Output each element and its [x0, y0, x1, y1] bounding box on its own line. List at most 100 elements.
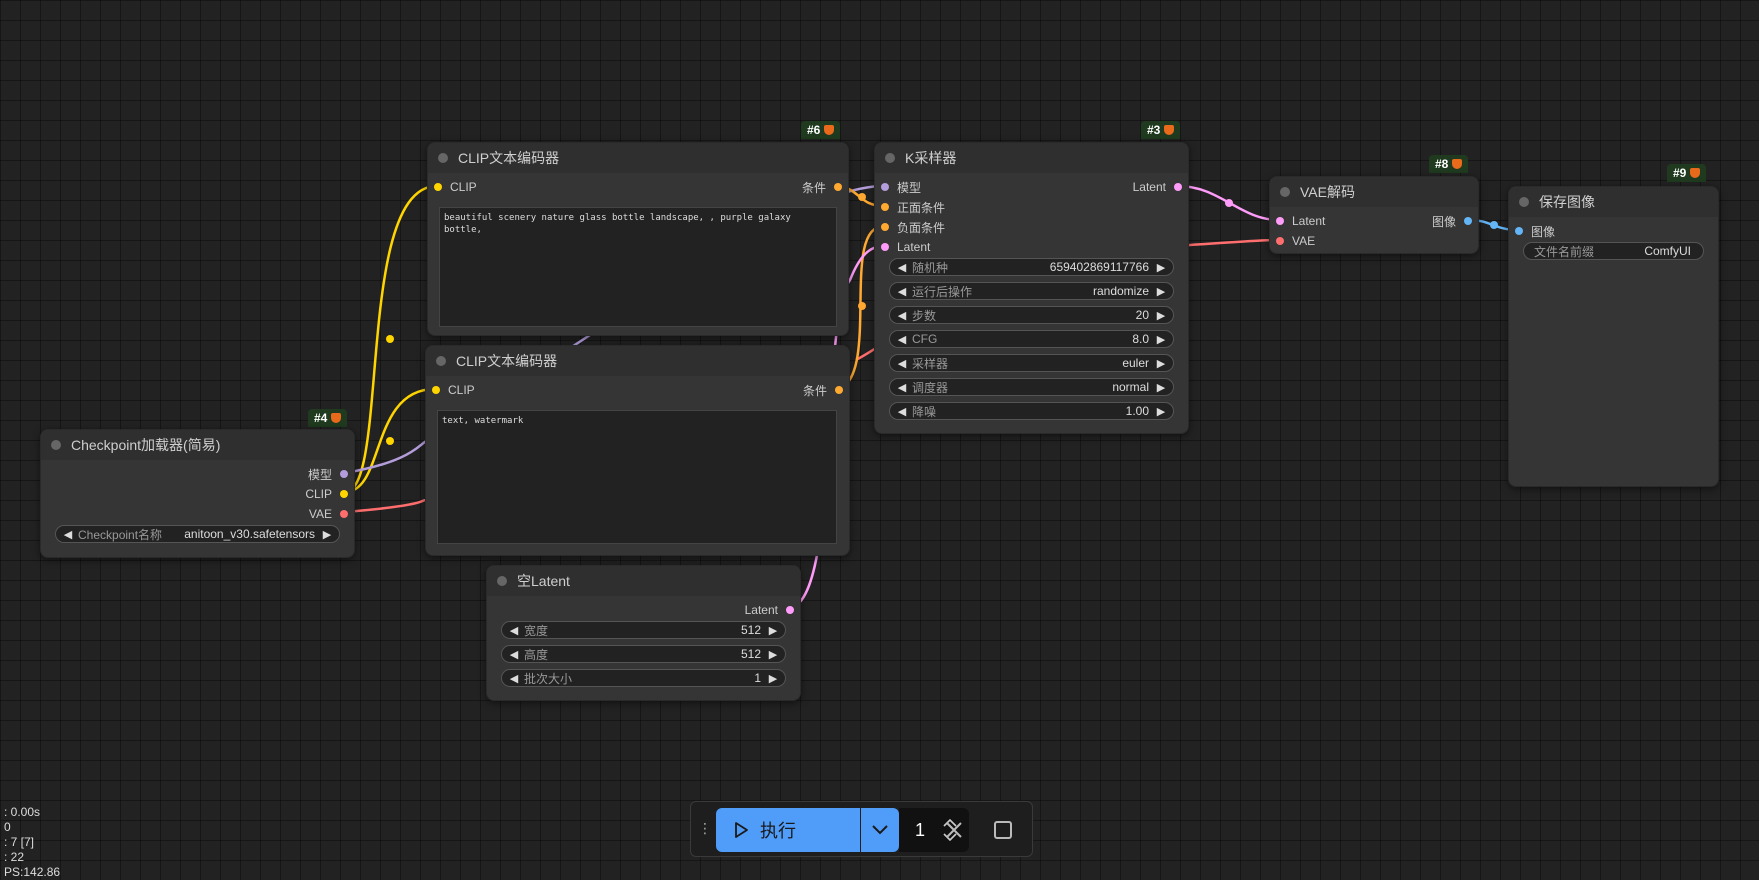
filename-prefix-widget[interactable]: 文件名前缀 ComfyUI [1523, 242, 1704, 260]
decrement-arrow-icon[interactable]: ◀ [896, 261, 908, 274]
increment-arrow-icon[interactable]: ▶ [767, 624, 779, 637]
widget-label: 宽度 [524, 623, 549, 638]
node-header[interactable]: 空Latent [487, 566, 800, 596]
latent-pin-icon[interactable] [1174, 183, 1182, 191]
output-conditioning[interactable]: 条件 [802, 179, 842, 195]
collapse-dot-icon[interactable] [1519, 197, 1529, 207]
sampler-widget[interactable]: ◀ 采样器 euler ▶ [889, 354, 1174, 372]
empty-latent[interactable]: 空Latent Latent ◀ 宽度 512 ▶ ◀ 高度 512 ▶ ◀ 批次大小 1 ▶ [486, 565, 801, 701]
conditioning-pin-icon[interactable] [835, 386, 843, 394]
output-conditioning[interactable]: 条件 [803, 382, 843, 398]
conditioning-pin-icon[interactable] [881, 203, 889, 211]
node-header[interactable]: CLIP文本编码器 [428, 143, 848, 173]
collapse-dot-icon[interactable] [51, 440, 61, 450]
output-image[interactable]: 图像 [1432, 213, 1472, 229]
output-vae[interactable]: VAE [309, 506, 348, 522]
height-widget[interactable]: ◀ 高度 512 ▶ [501, 645, 786, 663]
increment-arrow-icon[interactable]: ▶ [1155, 333, 1167, 346]
increment-arrow-icon[interactable]: ▶ [1155, 381, 1167, 394]
output-clip[interactable]: CLIP [305, 486, 348, 502]
input-vae[interactable]: VAE [1276, 233, 1315, 249]
decrement-arrow-icon[interactable]: ◀ [508, 648, 520, 661]
batch-size-widget[interactable]: ◀ 批次大小 1 ▶ [501, 669, 786, 687]
conditioning-pin-icon[interactable] [834, 183, 842, 191]
node-header[interactable]: VAE解码 [1270, 177, 1478, 207]
denoise-widget[interactable]: ◀ 降噪 1.00 ▶ [889, 402, 1174, 420]
input-latent[interactable]: Latent [1276, 213, 1325, 229]
node-header[interactable]: CLIP文本编码器 [426, 346, 849, 376]
input-positive[interactable]: 正面条件 [881, 199, 945, 215]
increment-arrow-icon[interactable]: ▶ [1155, 357, 1167, 370]
image-pin-icon[interactable] [1515, 227, 1523, 235]
output-latent[interactable]: Latent [1133, 179, 1182, 195]
decrement-arrow-icon[interactable]: ◀ [508, 624, 520, 637]
clip-text-encoder-negative[interactable]: CLIP文本编码器 CLIP 条件 text, watermark [425, 345, 850, 556]
increment-arrow-icon[interactable]: ▶ [767, 672, 779, 685]
wire-clip-to-text2 [344, 387, 436, 494]
control-after-generate-widget[interactable]: ◀ 运行后操作 randomize ▶ [889, 282, 1174, 300]
decrement-arrow-icon[interactable]: ◀ [896, 333, 908, 346]
seed-widget[interactable]: ◀ 随机种 659402869117766 ▶ [889, 258, 1174, 276]
image-pin-icon[interactable] [1464, 217, 1472, 225]
run-button[interactable]: 执行 [716, 808, 860, 852]
cfg-widget[interactable]: ◀ CFG 8.0 ▶ [889, 330, 1174, 348]
model-pin-icon[interactable] [881, 183, 889, 191]
increment-arrow-icon[interactable]: ▶ [321, 528, 333, 541]
checkpoint-loader[interactable]: Checkpoint加载器(简易) 模型 CLIP VAE ◀ Checkpoi… [40, 429, 355, 558]
slot-label: CLIP [448, 383, 475, 397]
input-clip[interactable]: CLIP [434, 179, 477, 195]
output-model[interactable]: 模型 [308, 466, 348, 482]
clip-pin-icon[interactable] [340, 490, 348, 498]
input-latent[interactable]: Latent [881, 239, 930, 255]
input-image[interactable]: 图像 [1515, 223, 1555, 239]
checkpoint-name-combo[interactable]: ◀ Checkpoint名称 anitoon_v30.safetensors ▶ [55, 525, 340, 543]
close-icon[interactable] [944, 820, 964, 840]
decrement-arrow-icon[interactable]: ◀ [896, 309, 908, 322]
input-clip[interactable]: CLIP [432, 382, 475, 398]
steps-widget[interactable]: ◀ 步数 20 ▶ [889, 306, 1174, 324]
increment-arrow-icon[interactable]: ▶ [1155, 309, 1167, 322]
decrement-arrow-icon[interactable]: ◀ [896, 381, 908, 394]
increment-arrow-icon[interactable]: ▶ [1155, 285, 1167, 298]
node-header[interactable]: Checkpoint加载器(简易) [41, 430, 354, 460]
vae-pin-icon[interactable] [1276, 237, 1284, 245]
latent-pin-icon[interactable] [1276, 217, 1284, 225]
fox-icon [331, 413, 342, 423]
collapse-dot-icon[interactable] [885, 153, 895, 163]
scheduler-widget[interactable]: ◀ 调度器 normal ▶ [889, 378, 1174, 396]
input-model[interactable]: 模型 [881, 179, 921, 195]
width-widget[interactable]: ◀ 宽度 512 ▶ [501, 621, 786, 639]
clip-text-encoder-positive[interactable]: CLIP文本编码器 CLIP 条件 beautiful scenery natu… [427, 142, 849, 336]
decrement-arrow-icon[interactable]: ◀ [508, 672, 520, 685]
vae-decode[interactable]: VAE解码 Latent VAE 图像 [1269, 176, 1479, 254]
collapse-dot-icon[interactable] [497, 576, 507, 586]
decrement-arrow-icon[interactable]: ◀ [62, 528, 74, 541]
save-image[interactable]: 保存图像 图像 文件名前缀 ComfyUI [1508, 186, 1719, 487]
model-pin-icon[interactable] [340, 470, 348, 478]
collapse-dot-icon[interactable] [436, 356, 446, 366]
clip-pin-icon[interactable] [434, 183, 442, 191]
latent-pin-icon[interactable] [881, 243, 889, 251]
increment-arrow-icon[interactable]: ▶ [1155, 405, 1167, 418]
prompt-textarea[interactable]: text, watermark [437, 410, 837, 544]
decrement-arrow-icon[interactable]: ◀ [896, 405, 908, 418]
prompt-textarea[interactable]: beautiful scenery nature glass bottle la… [439, 207, 837, 327]
node-header[interactable]: K采样器 [875, 143, 1188, 173]
input-negative[interactable]: 负面条件 [881, 219, 945, 235]
decrement-arrow-icon[interactable]: ◀ [896, 357, 908, 370]
ksampler[interactable]: K采样器 模型 正面条件 负面条件 Latent Latent ◀ 随机种 6594… [874, 142, 1189, 434]
conditioning-pin-icon[interactable] [881, 223, 889, 231]
increment-arrow-icon[interactable]: ▶ [1155, 261, 1167, 274]
vae-pin-icon[interactable] [340, 510, 348, 518]
collapse-dot-icon[interactable] [438, 153, 448, 163]
queue-toolbar: ⋮⋮ 执行 1 [690, 801, 1033, 857]
stop-square-icon[interactable] [993, 820, 1013, 840]
output-latent[interactable]: Latent [745, 602, 794, 618]
collapse-dot-icon[interactable] [1280, 187, 1290, 197]
decrement-arrow-icon[interactable]: ◀ [896, 285, 908, 298]
latent-pin-icon[interactable] [786, 606, 794, 614]
widget-label: 批次大小 [524, 671, 573, 686]
clip-pin-icon[interactable] [432, 386, 440, 394]
increment-arrow-icon[interactable]: ▶ [767, 648, 779, 661]
node-header[interactable]: 保存图像 [1509, 187, 1718, 217]
